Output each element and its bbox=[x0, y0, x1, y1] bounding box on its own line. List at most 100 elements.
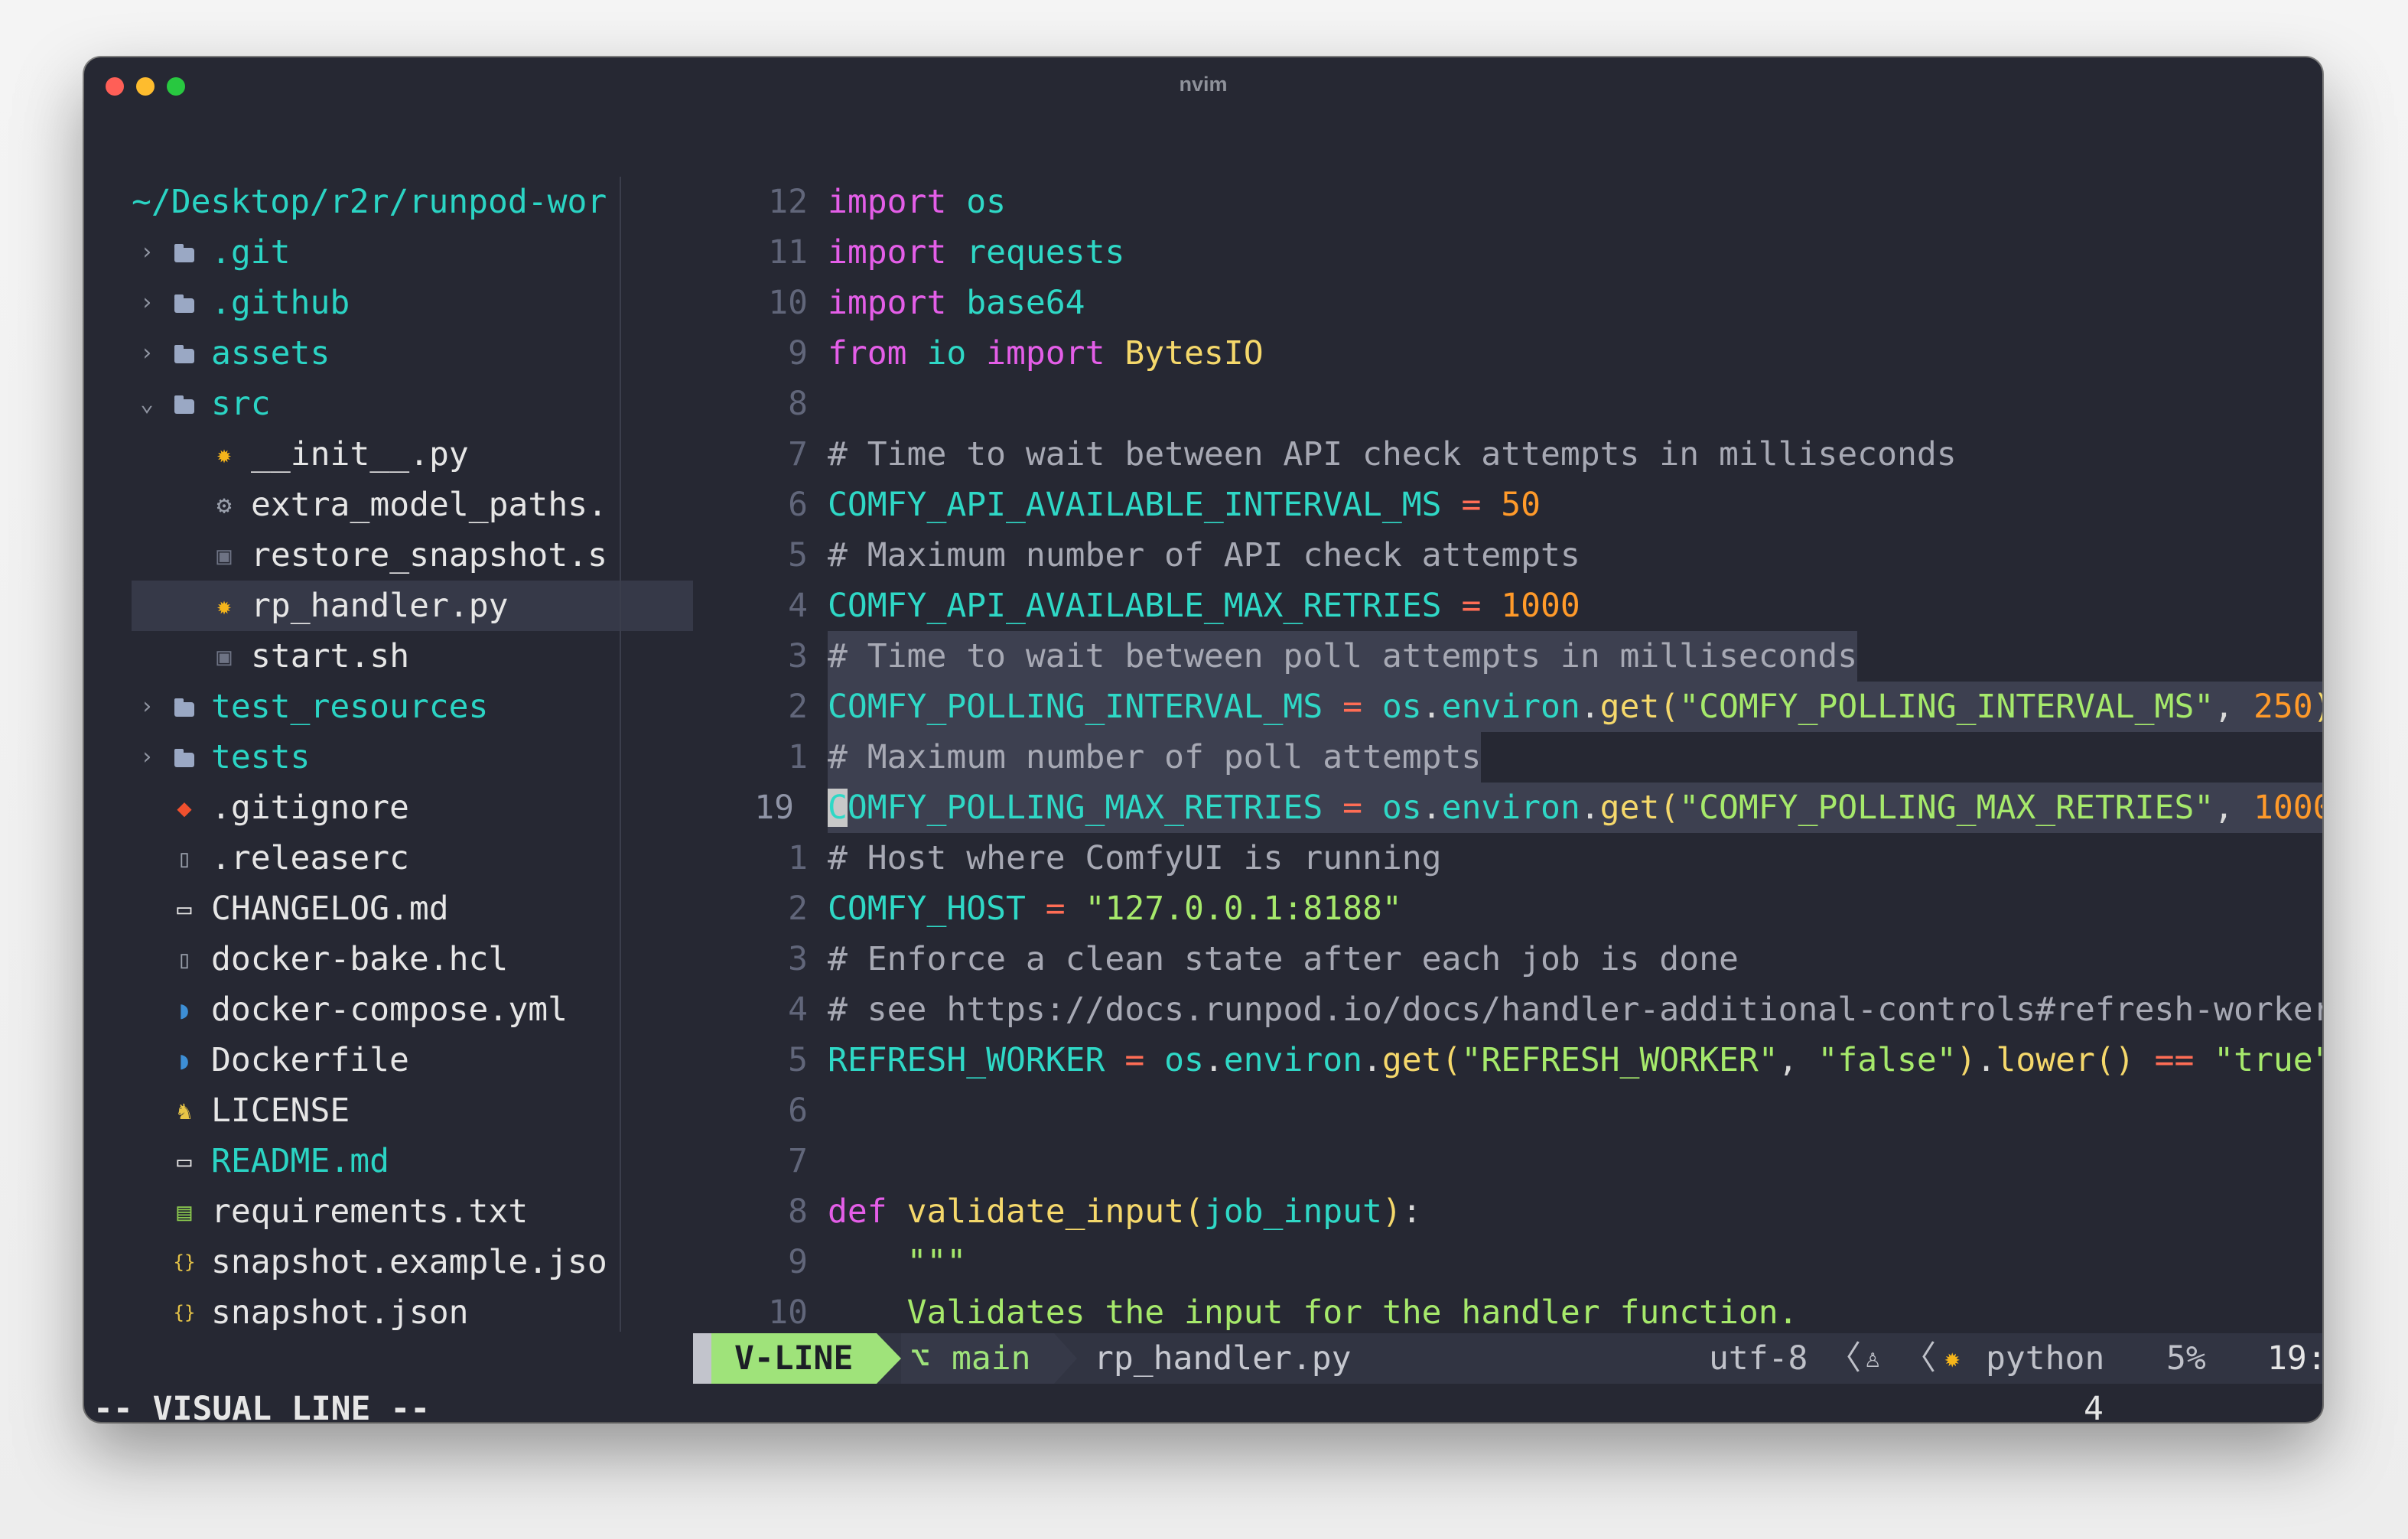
markdown-icon: ▭ bbox=[177, 1147, 192, 1176]
tree-item[interactable]: ▣ start.sh bbox=[132, 631, 693, 682]
chevron-right-icon[interactable]: › bbox=[136, 328, 158, 379]
chevron-right-icon[interactable]: › bbox=[136, 732, 158, 783]
tree-item[interactable]: › assets bbox=[132, 328, 693, 379]
tree-item[interactable]: ♞ LICENSE bbox=[132, 1085, 693, 1136]
chevron-down-icon[interactable]: ⌄ bbox=[136, 379, 158, 429]
line-number: 12 bbox=[768, 183, 808, 221]
tree-item[interactable]: ▤ requirements.txt bbox=[132, 1186, 693, 1237]
code-token: import bbox=[828, 183, 947, 221]
line-number: 2 bbox=[788, 890, 808, 928]
code-token: import bbox=[986, 334, 1105, 373]
code-token: lower bbox=[1996, 1041, 2095, 1079]
code-token: get bbox=[1599, 789, 1660, 827]
code-token: = bbox=[1342, 789, 1362, 827]
code-token: 1000 bbox=[1501, 587, 1580, 625]
code-token: , bbox=[2214, 789, 2253, 827]
tree-item[interactable]: ⚙ extra_model_paths. bbox=[132, 480, 693, 530]
line-number: 2 bbox=[788, 688, 808, 726]
code-token: io bbox=[926, 334, 967, 373]
code-editor[interactable]: 12 import os 11 import requests 10 import bas… bbox=[624, 177, 2322, 1393]
tree-item[interactable]: ⌄ src bbox=[132, 379, 693, 429]
terminal-icon: ▣ bbox=[216, 642, 232, 671]
file-tree[interactable]: ~/Desktop/r2r/runpod-wor › .git › .github › a… bbox=[132, 177, 693, 1332]
chevron-right-icon[interactable]: › bbox=[136, 682, 158, 732]
code-token: = bbox=[1461, 587, 1482, 625]
code-text: from io import BytesIO bbox=[828, 328, 1264, 379]
tree-item[interactable]: {} snapshot.json bbox=[132, 1287, 693, 1332]
tree-item-label: __init__.py bbox=[251, 435, 469, 473]
code-token: == bbox=[2154, 1041, 2195, 1079]
tree-item-label: requirements.txt bbox=[211, 1192, 529, 1231]
file-tree-root-path: ~/Desktop/r2r/runpod-wor bbox=[132, 183, 607, 221]
docker-icon: ◗ bbox=[177, 1046, 192, 1075]
tree-item[interactable]: › tests bbox=[132, 732, 693, 783]
code-token: = bbox=[1124, 1041, 1145, 1079]
code-token: environ bbox=[1223, 1041, 1362, 1079]
tree-item[interactable]: ▣ restore_snapshot.s bbox=[132, 530, 693, 581]
terminal-content[interactable]: ~/Desktop/r2r/runpod-wor › .git › .github › a… bbox=[84, 114, 2322, 1422]
window-title: nvim bbox=[1179, 73, 1228, 96]
tree-item[interactable]: ✹ rp_handler.py bbox=[132, 581, 693, 631]
tree-item[interactable]: ▭ CHANGELOG.md bbox=[132, 883, 693, 934]
chevron-right-icon[interactable]: › bbox=[136, 278, 158, 328]
tree-item-label: snapshot.json bbox=[211, 1293, 469, 1332]
line-number: 9 bbox=[788, 334, 808, 373]
code-token: . bbox=[1580, 688, 1600, 726]
code-text: """ bbox=[828, 1237, 967, 1287]
tree-item-label: restore_snapshot.s bbox=[251, 536, 607, 574]
file-icon: ▯ bbox=[177, 844, 192, 873]
tree-item[interactable]: ✹ __init__.py bbox=[132, 429, 693, 480]
tree-item[interactable]: ▯ docker-bake.hcl bbox=[132, 934, 693, 984]
code-token: "false" bbox=[1817, 1041, 1957, 1079]
line-number: 4 bbox=[788, 991, 808, 1029]
code-text: COMFY_API_AVAILABLE_INTERVAL_MS = 50 bbox=[828, 480, 1541, 530]
tree-item-label: assets bbox=[211, 334, 330, 373]
tree-item[interactable]: ▭ README.md bbox=[132, 1136, 693, 1186]
tree-item[interactable]: ◆ .gitignore bbox=[132, 783, 693, 833]
code-token: . bbox=[1421, 688, 1442, 726]
line-number: 11 bbox=[768, 233, 808, 272]
tree-item[interactable]: {} snapshot.example.jso bbox=[132, 1237, 693, 1287]
code-text: import os bbox=[828, 177, 1006, 227]
code-token: from bbox=[828, 334, 907, 373]
code-token: "COMFY_POLLING_MAX_RETRIES" bbox=[1679, 789, 2214, 827]
chevron-right-icon[interactable]: › bbox=[136, 227, 158, 278]
folder-icon bbox=[171, 278, 197, 328]
title-bar: nvim bbox=[84, 57, 2322, 114]
split-divider[interactable] bbox=[620, 177, 621, 1332]
code-text: COMFY_POLLING_INTERVAL_MS = os.environ.g… bbox=[828, 682, 2322, 732]
code-token: # Maximum number of poll attempts bbox=[828, 738, 1482, 776]
tree-item[interactable]: › .github bbox=[132, 278, 693, 328]
code-token: get bbox=[1381, 1041, 1442, 1079]
license-icon: ♞ bbox=[177, 1096, 192, 1125]
tree-item[interactable]: ▯ .releaserc bbox=[132, 833, 693, 883]
tree-item-label: docker-compose.yml bbox=[211, 991, 568, 1029]
tree-item[interactable]: ◗ docker-compose.yml bbox=[132, 984, 693, 1035]
cursor-position: 19:1 bbox=[2267, 1339, 2322, 1378]
line-number: 10 bbox=[768, 284, 808, 322]
tree-item[interactable]: › .git bbox=[132, 227, 693, 278]
python-icon: ✹ bbox=[1944, 1343, 1961, 1374]
code-text: # Enforce a clean state after each job i… bbox=[828, 934, 1739, 984]
code-token: os bbox=[1381, 688, 1422, 726]
code-token: 250 bbox=[2253, 688, 2313, 726]
line-number: 4 bbox=[788, 587, 808, 625]
code-token: . bbox=[1421, 789, 1442, 827]
code-text: import base64 bbox=[828, 278, 1085, 328]
code-text: COMFY_POLLING_MAX_RETRIES = os.environ.g… bbox=[828, 783, 2322, 833]
code-token: # Time to wait between poll attempts in … bbox=[828, 637, 1858, 675]
line-number: 7 bbox=[788, 1142, 808, 1180]
tree-item[interactable]: › test_resources bbox=[132, 682, 693, 732]
folder-icon-shape bbox=[174, 698, 194, 717]
tree-item[interactable]: ◗ Dockerfile bbox=[132, 1035, 693, 1085]
code-text: # Maximum number of poll attempts bbox=[828, 732, 1482, 783]
code-token: "REFRESH_WORKER" bbox=[1461, 1041, 1778, 1079]
code-token: ( bbox=[1184, 1192, 1204, 1231]
